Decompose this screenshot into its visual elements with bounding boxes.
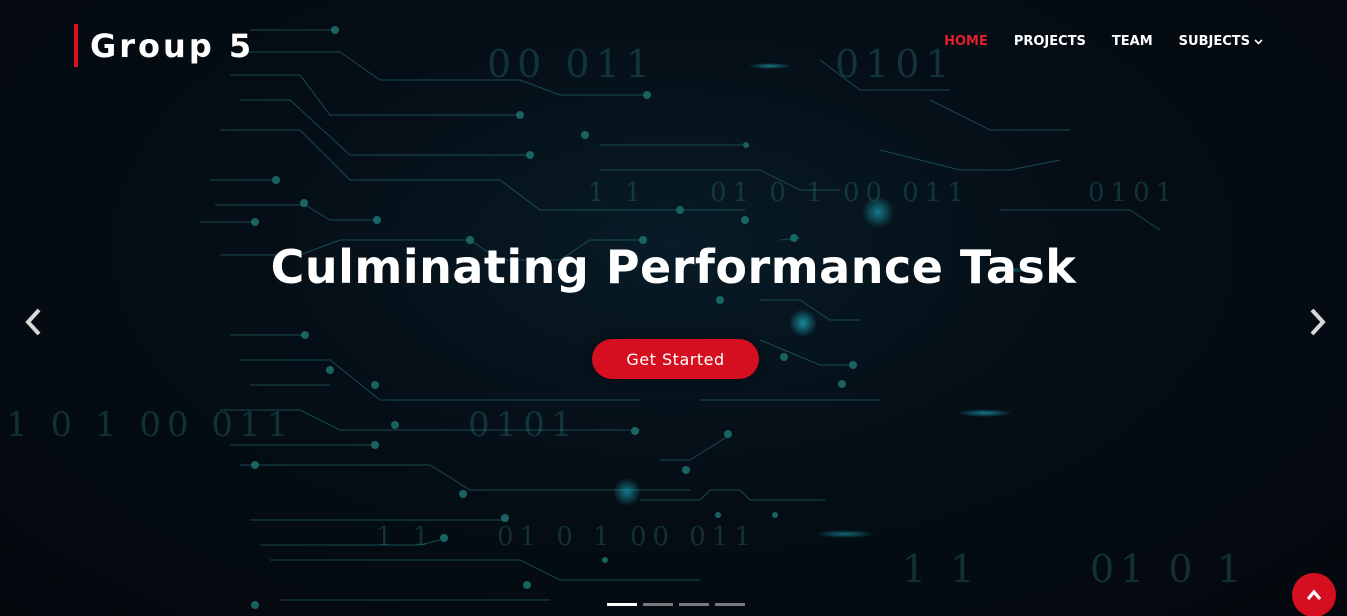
brand-name: Group 5 bbox=[90, 26, 255, 65]
carousel-indicator[interactable] bbox=[679, 603, 709, 606]
back-to-top-button[interactable] bbox=[1292, 573, 1336, 616]
chevron-left-icon bbox=[25, 308, 41, 336]
bg-digits: 0101 bbox=[468, 405, 579, 445]
bg-digits: 0101 bbox=[1088, 178, 1179, 208]
carousel-indicator[interactable] bbox=[607, 603, 637, 606]
carousel-indicator[interactable] bbox=[715, 603, 745, 606]
bg-digits: 1 0 1 00 011 bbox=[6, 405, 295, 445]
bg-digits: 0101 bbox=[835, 42, 956, 86]
nav-item-label: SUBJECTS bbox=[1178, 34, 1250, 49]
nav-item-label: HOME bbox=[944, 34, 988, 49]
chevron-up-icon bbox=[1306, 589, 1322, 601]
get-started-button[interactable]: Get Started bbox=[592, 339, 759, 379]
bg-digits: 1 1 bbox=[902, 547, 981, 591]
chevron-down-icon bbox=[1254, 38, 1263, 45]
bg-digits: 01 0 1 bbox=[1090, 547, 1247, 591]
carousel-next-button[interactable] bbox=[1297, 302, 1337, 342]
nav-item-subjects[interactable]: SUBJECTS bbox=[1179, 34, 1263, 49]
nav-item-label: TEAM bbox=[1111, 34, 1153, 49]
bg-digits: 01 0 1 00 011 bbox=[497, 522, 757, 552]
site-logo[interactable]: Group 5 bbox=[74, 24, 254, 67]
hero-carousel: 00 011 0101 1 1 01 0 1 00 011 0101 1 0 1… bbox=[0, 0, 1347, 616]
bg-digits: 1 1 bbox=[588, 178, 648, 208]
bg-digits: 1 1 bbox=[376, 522, 436, 552]
chevron-right-icon bbox=[1310, 308, 1326, 336]
nav-item-projects[interactable]: PROJECTS bbox=[1014, 34, 1086, 49]
bg-digits: 01 0 1 00 011 bbox=[710, 178, 970, 208]
carousel-indicator[interactable] bbox=[643, 603, 673, 606]
hero-title: Culminating Performance Task bbox=[270, 240, 1077, 294]
main-nav: HOME PROJECTS TEAM SUBJECTS bbox=[944, 34, 1263, 49]
carousel-indicators bbox=[607, 603, 745, 606]
nav-item-team[interactable]: TEAM bbox=[1112, 34, 1153, 49]
bg-digits: 00 011 bbox=[487, 42, 656, 86]
carousel-prev-button[interactable] bbox=[14, 302, 54, 342]
nav-item-label: PROJECTS bbox=[1013, 34, 1086, 49]
nav-item-home[interactable]: HOME bbox=[944, 34, 988, 49]
